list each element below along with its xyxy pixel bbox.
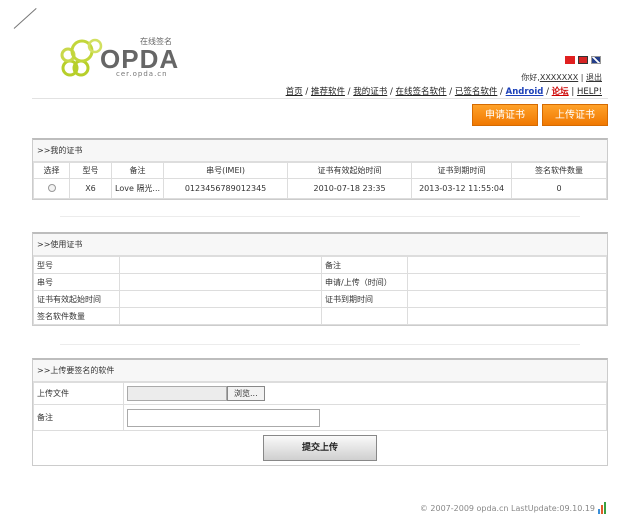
label-apply-time: 申请/上传（时间） bbox=[321, 273, 408, 291]
select-radio[interactable] bbox=[47, 183, 56, 192]
footer-text: © 2007-2009 opda.cn LastUpdate:09.10.19 bbox=[419, 503, 595, 513]
submit-upload-button[interactable]: 提交上传 bbox=[263, 435, 377, 461]
upload-table: 上传文件 浏览... 备注 提交上传 bbox=[33, 382, 607, 465]
uk-flag-icon[interactable] bbox=[591, 56, 601, 64]
value-apply-time bbox=[407, 273, 607, 291]
main-nav: 首页 / 推荐软件 / 我的证书 / 在线签名软件 / 已签名软件 / Andr… bbox=[285, 87, 602, 97]
col-end: 证书到期时间 bbox=[411, 162, 513, 179]
upload-title: >>上传要签名的软件 bbox=[33, 360, 607, 382]
nav-android[interactable]: Android bbox=[506, 87, 544, 97]
col-imei: 串号(IMEI) bbox=[163, 162, 289, 179]
value-start bbox=[119, 290, 322, 308]
file-path-input[interactable] bbox=[127, 386, 227, 401]
header-divider bbox=[32, 98, 608, 99]
cell-model: X6 bbox=[69, 178, 112, 199]
nav-help[interactable]: HELP! bbox=[577, 87, 602, 97]
col-count: 签名软件数量 bbox=[511, 162, 607, 179]
label-count: 签名软件数量 bbox=[33, 307, 120, 325]
cell-count: 0 bbox=[511, 178, 607, 199]
opda-logo[interactable]: OPDA 在线签名 cer.opda.cn bbox=[56, 36, 196, 80]
col-model: 型号 bbox=[69, 162, 112, 179]
cell-imei: 0123456789012345 bbox=[163, 178, 289, 199]
language-flags bbox=[565, 56, 601, 64]
nav-my-cert[interactable]: 我的证书 bbox=[353, 87, 387, 97]
col-note: 备注 bbox=[110, 162, 165, 179]
col-select: 选择 bbox=[33, 162, 70, 179]
use-cert-panel: >>使用证书 型号 备注 串号 申请/上传（时间） 证书有效起始时间 证书到期时… bbox=[32, 232, 608, 326]
use-cert-title: >>使用证书 bbox=[33, 234, 607, 256]
value-imei bbox=[119, 273, 322, 291]
username-link[interactable]: XXXXXXX bbox=[540, 73, 578, 82]
my-cert-title: >>我的证书 bbox=[33, 140, 607, 162]
upload-panel: >>上传要签名的软件 上传文件 浏览... 备注 提交上传 bbox=[32, 358, 608, 466]
tw-flag-icon[interactable] bbox=[578, 56, 588, 64]
value-note bbox=[407, 256, 607, 274]
footer: © 2007-2009 opda.cn LastUpdate:09.10.19 bbox=[420, 502, 608, 514]
label-model: 型号 bbox=[33, 256, 120, 274]
corner-line bbox=[13, 8, 37, 29]
value-end bbox=[407, 290, 607, 308]
divider bbox=[60, 216, 580, 217]
table-header-row: 选择 型号 备注 串号(IMEI) 证书有效起始时间 证书到期时间 签名软件数量 bbox=[33, 162, 607, 179]
nav-signed[interactable]: 已签名软件 bbox=[455, 87, 498, 97]
label-note: 备注 bbox=[321, 256, 408, 274]
label-imei: 串号 bbox=[33, 273, 120, 291]
my-cert-panel: >>我的证书 选择 型号 备注 串号(IMEI) 证书有效起始时间 证书到期时间… bbox=[32, 138, 608, 200]
user-greeting: 你好,XXXXXXX | 退出 bbox=[521, 73, 602, 82]
use-cert-table: 型号 备注 串号 申请/上传（时间） 证书有效起始时间 证书到期时间 签名软件数… bbox=[33, 256, 607, 325]
note-input[interactable] bbox=[127, 408, 320, 427]
cert-table: 选择 型号 备注 串号(IMEI) 证书有效起始时间 证书到期时间 签名软件数量… bbox=[33, 162, 607, 199]
file-label: 上传文件 bbox=[33, 382, 124, 405]
table-row: X6 Love 隔光... 0123456789012345 2010-07-1… bbox=[33, 178, 607, 199]
label-end: 证书到期时间 bbox=[321, 290, 408, 308]
nav-online-sign[interactable]: 在线签名软件 bbox=[396, 87, 447, 97]
note-label: 备注 bbox=[33, 404, 124, 431]
cell-note: Love 隔光... bbox=[110, 178, 165, 199]
value-model bbox=[119, 256, 322, 274]
divider bbox=[60, 344, 580, 345]
logout-link[interactable]: 退出 bbox=[586, 73, 602, 82]
nav-forum[interactable]: 论坛 bbox=[552, 87, 569, 97]
logo-cn-text: 在线签名 bbox=[140, 37, 172, 46]
nav-recommended[interactable]: 推荐软件 bbox=[311, 87, 345, 97]
stats-icon[interactable] bbox=[598, 502, 608, 514]
col-start: 证书有效起始时间 bbox=[287, 162, 413, 179]
nav-home[interactable]: 首页 bbox=[286, 87, 303, 97]
cn-flag-icon[interactable] bbox=[565, 56, 575, 64]
cell-start: 2010-07-18 23:35 bbox=[287, 178, 413, 199]
logo-domain: cer.opda.cn bbox=[116, 70, 168, 78]
apply-cert-button[interactable]: 申请证书 bbox=[472, 104, 538, 126]
label-start: 证书有效起始时间 bbox=[33, 290, 120, 308]
upload-cert-button[interactable]: 上传证书 bbox=[542, 104, 608, 126]
value-count bbox=[119, 307, 322, 325]
browse-button[interactable]: 浏览... bbox=[227, 386, 265, 401]
cell-end: 2013-03-12 11:55:04 bbox=[411, 178, 513, 199]
